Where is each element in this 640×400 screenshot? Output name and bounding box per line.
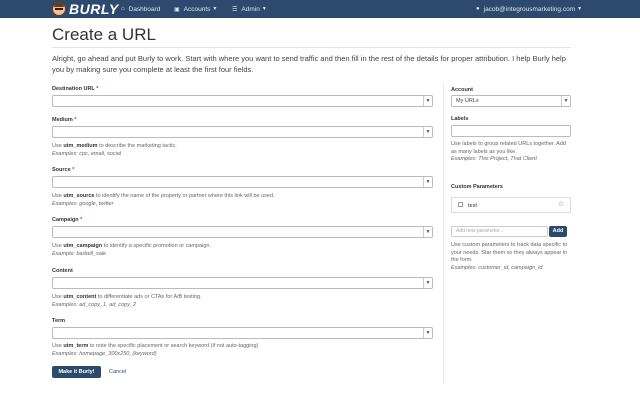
menu-icon: ☰ — [232, 6, 238, 13]
chevron-down-icon: ▼ — [261, 6, 267, 12]
chevron-down-icon: ▼ — [423, 96, 432, 106]
content-label: Content — [52, 268, 73, 274]
account-select-value: My URLs — [456, 98, 479, 104]
nav-dashboard-label: Dashboard — [128, 5, 161, 13]
user-icon: ● — [476, 6, 480, 12]
chevron-down-icon: ▼ — [423, 127, 432, 137]
new-parameter-input[interactable]: Add new parameter... — [451, 226, 548, 237]
mascot-icon — [52, 2, 66, 16]
page-title: Create a URL — [52, 25, 156, 44]
parameter-checkbox[interactable] — [458, 202, 463, 207]
star-icon[interactable]: ☆ — [558, 198, 564, 212]
content-select[interactable]: ▼ — [52, 277, 433, 289]
term-help: Use utm_term to note the specific placem… — [52, 343, 259, 357]
folder-icon: ▣ — [174, 6, 180, 13]
nav-accounts[interactable]: ▣ Accounts ▼ — [174, 0, 217, 18]
destination-url-label: Destination URL * — [52, 86, 99, 92]
add-parameter-button[interactable]: Add — [549, 226, 567, 237]
parameter-name: test — [468, 203, 477, 209]
custom-parameters-help: Use custom parameters to track data spec… — [451, 242, 568, 271]
chevron-down-icon: ▼ — [577, 6, 583, 12]
user-email: jacob@integrousmarketing.com — [483, 5, 576, 13]
campaign-select[interactable]: ▼ — [52, 226, 433, 238]
source-help: Use utm_source to identify the name of t… — [52, 193, 275, 207]
home-icon: ⌂ — [121, 6, 125, 12]
chevron-down-icon: ▼ — [561, 96, 570, 106]
chevron-down-icon: ▼ — [423, 328, 432, 338]
sidebar-divider — [443, 84, 444, 384]
medium-select[interactable]: ▼ — [52, 126, 433, 138]
brand-name: BURLY — [69, 1, 119, 17]
submit-button[interactable]: Make it Burly! — [52, 366, 101, 378]
nav-admin-label: Admin — [241, 5, 260, 13]
labels-label: Labels — [451, 116, 469, 122]
content-help: Use utm_content to differentiate ads or … — [52, 294, 202, 308]
intro-text: Alright, go ahead and put Burly to work.… — [52, 54, 566, 74]
nav-accounts-label: Accounts — [183, 5, 211, 13]
campaign-label: Campaign * — [52, 217, 83, 223]
account-label: Account — [451, 87, 473, 93]
labels-input[interactable] — [451, 125, 571, 137]
term-label: Term — [52, 318, 66, 324]
chevron-down-icon: ▼ — [423, 177, 432, 187]
medium-label: Medium * — [52, 117, 77, 123]
cancel-link[interactable]: Cancel — [109, 366, 126, 378]
labels-help: Use labels to group related URLs togethe… — [451, 141, 566, 162]
title-divider — [52, 47, 571, 48]
campaign-help: Use utm_campaign to identify a specific … — [52, 243, 211, 257]
source-label: Source * — [52, 167, 75, 173]
custom-parameter-row[interactable]: test ☆ — [451, 197, 571, 213]
chevron-down-icon: ▼ — [212, 6, 218, 12]
medium-help: Use utm_medium to describe the marketing… — [52, 143, 177, 157]
user-menu[interactable]: ● jacob@integrousmarketing.com ▼ — [476, 0, 582, 18]
top-navbar: BURLY ⌂ Dashboard ▣ Accounts ▼ ☰ Admin ▼… — [0, 0, 640, 18]
nav-dashboard[interactable]: ⌂ Dashboard — [121, 0, 160, 18]
nav-admin[interactable]: ☰ Admin ▼ — [232, 0, 267, 18]
chevron-down-icon: ▼ — [423, 278, 432, 288]
brand-logo[interactable]: BURLY — [52, 1, 119, 17]
destination-url-select[interactable]: ▼ — [52, 95, 433, 107]
chevron-down-icon: ▼ — [423, 227, 432, 237]
account-select[interactable]: My URLs ▼ — [451, 95, 571, 107]
source-select[interactable]: ▼ — [52, 176, 433, 188]
term-select[interactable]: ▼ — [52, 327, 433, 339]
custom-parameters-label: Custom Parameters — [451, 184, 503, 190]
